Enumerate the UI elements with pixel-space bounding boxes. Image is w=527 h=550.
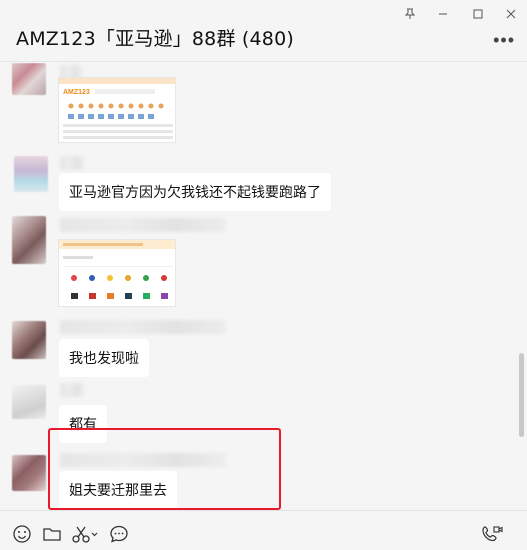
sender-name [60,320,226,334]
avatar[interactable] [12,63,46,95]
maximize-icon[interactable] [463,4,493,24]
emoji-icon[interactable] [11,523,33,545]
close-icon[interactable] [496,4,526,24]
chat-bubble-icon[interactable] [108,523,130,545]
image-message[interactable]: AMZ123 [58,77,176,143]
scissors-icon[interactable] [71,523,99,545]
folder-icon[interactable] [41,523,63,545]
screenshot-thumbnail [59,240,175,306]
chat-title: AMZ123「亚马逊」88群 (480) [16,28,294,50]
highlight-box [48,428,281,510]
avatar[interactable] [12,455,46,491]
sender-name [60,218,226,232]
message-text[interactable]: 亚马逊官方因为欠我钱还不起钱要跑路了 [59,173,331,211]
screenshot-thumbnail: AMZ123 [59,78,175,142]
avatar[interactable] [12,385,46,419]
scrollbar[interactable] [519,353,524,437]
sender-name [60,383,84,397]
svg-text:AMZ123: AMZ123 [63,89,90,96]
video-call-icon[interactable] [481,523,503,545]
message-text[interactable]: 我也发现啦 [59,339,149,377]
more-icon[interactable]: ••• [493,30,515,51]
avatar[interactable] [12,216,46,264]
minimize-icon[interactable] [428,4,458,24]
avatar[interactable] [12,321,46,359]
title-bar: AMZ123「亚马逊」88群 (480) ••• [0,0,527,62]
input-toolbar [0,510,527,550]
image-message[interactable] [58,239,176,307]
avatar[interactable] [14,156,48,192]
pin-icon[interactable] [395,4,425,24]
sender-name [60,156,84,170]
